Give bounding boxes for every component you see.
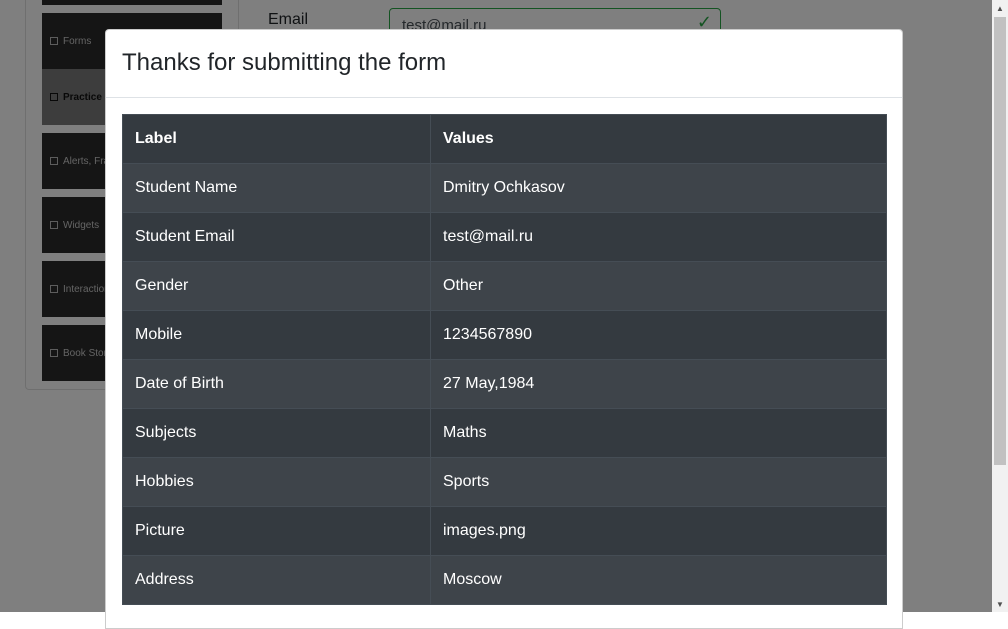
row-label: Hobbies	[122, 457, 431, 507]
modal-title: Thanks for submitting the form	[122, 49, 447, 76]
table-row: Student Email test@mail.ru	[122, 212, 887, 262]
scroll-down-arrow-icon[interactable]: ▼	[992, 596, 1008, 612]
row-value: images.png	[430, 506, 887, 556]
column-header-values: Values	[430, 114, 887, 164]
row-label: Subjects	[122, 408, 431, 458]
table-row: Subjects Maths	[122, 408, 887, 458]
table-row: Address Moscow	[122, 555, 887, 605]
submission-modal: Thanks for submitting the form Label Val…	[105, 29, 903, 629]
table-row: Hobbies Sports	[122, 457, 887, 507]
table-row: Student Name Dmitry Ochkasov	[122, 163, 887, 213]
results-table: Label Values Student Name Dmitry Ochkasov…	[122, 114, 887, 605]
row-value: Sports	[430, 457, 887, 507]
row-label: Gender	[122, 261, 431, 311]
row-value: Other	[430, 261, 887, 311]
row-label: Student Name	[122, 163, 431, 213]
row-value: 27 May,1984	[430, 359, 887, 409]
table-header-row: Label Values	[122, 114, 887, 164]
table-row: Picture images.png	[122, 506, 887, 556]
row-label: Address	[122, 555, 431, 605]
scrollbar-thumb[interactable]	[994, 17, 1006, 465]
row-value: 1234567890	[430, 310, 887, 360]
column-header-label: Label	[122, 114, 431, 164]
scroll-up-arrow-icon[interactable]: ▲	[992, 0, 1008, 16]
modal-header: Thanks for submitting the form	[106, 30, 902, 98]
row-label: Student Email	[122, 212, 431, 262]
row-label: Picture	[122, 506, 431, 556]
modal-body: Label Values Student Name Dmitry Ochkasov…	[106, 98, 902, 605]
page-scrollbar[interactable]: ▲ ▼	[992, 0, 1008, 612]
row-value: Dmitry Ochkasov	[430, 163, 887, 213]
row-label: Date of Birth	[122, 359, 431, 409]
row-value: Maths	[430, 408, 887, 458]
row-value: test@mail.ru	[430, 212, 887, 262]
table-row: Mobile 1234567890	[122, 310, 887, 360]
table-row: Date of Birth 27 May,1984	[122, 359, 887, 409]
row-value: Moscow	[430, 555, 887, 605]
table-row: Gender Other	[122, 261, 887, 311]
row-label: Mobile	[122, 310, 431, 360]
